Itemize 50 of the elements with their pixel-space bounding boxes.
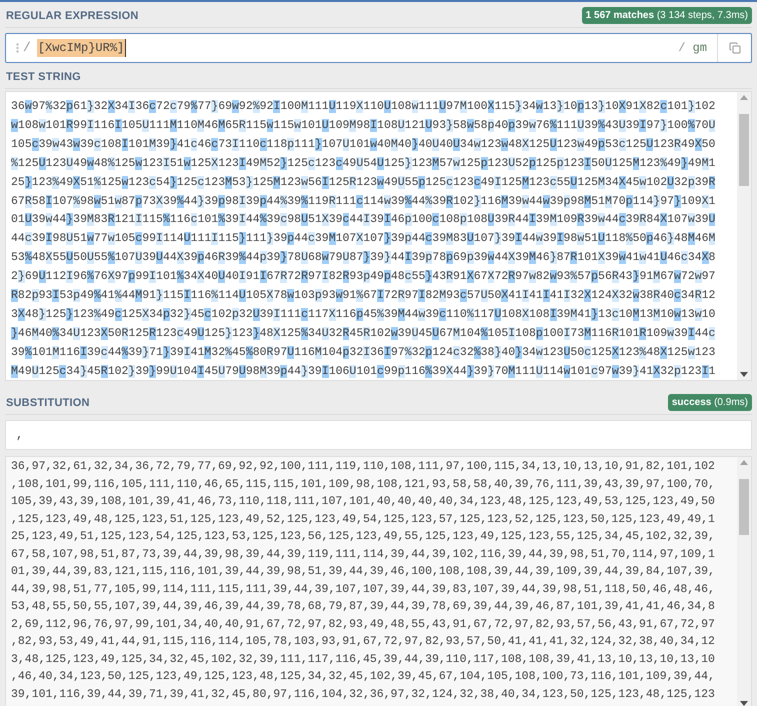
test-string-line: }46M40%34U123X50R125R123c49U125}123}48X125%34U32R45R102w39U45U67M104%105I108p100I73M116R101R109w39I44c [11,326,716,342]
scrollbar[interactable] [737,92,751,380]
result-line: 2,69,112,96,76,97,99,101,34,40,40,91,67,72,97,82,93,49,48,55,43,91,67,72,97,82,93,57,56,43,91,67,72,97 [11,616,715,632]
test-string-line: 105c39w43w39c108I101M39}41c46c73I110c118p111}107U101w40M40}40U40U34w123w48X125U123w49p53c125U123R49X50 [11,136,716,153]
section-title: SUBSTITUTION [5,396,90,410]
result-line: ,46,40,34,123,50,125,123,49,125,123,48,125,34,32,45,102,39,45,67,104,105,108,100,73,116,101,109,39,44, [11,669,715,685]
result-line: 25,123,49,51,125,123,54,125,123,53,125,123,56,125,123,49,55,125,123,49,125,123,55,125,34,45,102,32,39, [11,529,715,545]
result-line: ,108,101,99,116,105,111,110,46,65,115,115,101,109,98,108,121,93,58,58,40,39,76,111,39,43,39,97,100,70, [11,476,715,492]
test-string-line: 3X48}125}123%49c125X34p32}45c102p32U39I111c117X116p45%39M44w39c110%117U108X108I39M41}13c10M13M10w13w10 [11,306,716,323]
drag-handle-icon[interactable] [16,43,19,53]
test-string-line: %125U123U49w48%125w123I51w125X123I49M52}125c123c49U54U125}123M57w125p123U52p125p123I50U125M123%49}49M1 [11,156,716,172]
test-string-line: w108w101R99I116I105U111M110M46M65R115w115w101U109M98I108U121U93}58w58p40p39w76%111U39%43U39I97}100%70U [11,118,716,134]
test-string-line: 44c39I98U51w77w105c99I114U111I115}111}39p44c39M107X107}39p44c39M83U107}39I44w39I98w51U118%50p46}48M46M [11,231,716,248]
test-string-line: M49U125c34}45R102}39}99U104I45U79U98M39p44}39I106U101c99p116%39X44}39}70M111U114w101c97w39}41X32p123I1 [11,364,716,380]
scrollbar-thumb[interactable] [739,114,749,186]
status-badge: 1 567 matches (3 134 steps, 7.3ms) [582,7,752,24]
section-title: TEST STRING [5,70,81,84]
result-line: 36,97,32,61,32,34,36,72,79,77,69,92,92,100,111,119,110,108,111,97,100,115,34,13,10,13,10,91,82,101,102 [11,459,715,475]
regex-field[interactable]: / [XwcIMp}UR%] / gm [5,33,752,63]
result-line: 3,48,125,123,49,125,34,32,45,102,32,39,111,117,116,45,39,44,39,110,117,108,108,39,41,13,10,13,10,13,10 [11,652,715,668]
result-line: 53,48,55,50,55,107,39,44,39,46,39,44,39,78,68,79,87,39,44,39,78,69,39,44,39,46,87,101,39,41,41,46,34,8 [11,599,715,615]
section-title: REGULAR EXPRESSION [5,8,139,24]
result-line: ,125,123,49,48,125,123,51,125,123,49,52,125,123,49,54,125,123,57,125,123,52,125,123,50,125,123,49,49,1 [11,512,715,528]
test-string-field[interactable] [5,91,752,381]
result-line: 105,39,43,39,108,101,39,41,46,73,110,118,111,107,101,40,40,40,40,34,123,48,125,123,49,53,125,123,49,50 [11,494,715,510]
test-string-line: 01U39w44}39M83R121I115%116c101%39I44%39c98U51X39c44I39I46p100c108p108U39R44I39M109R39w44c39R84X107w39U [11,212,716,228]
test-string-line: 53%48X55U50U55%107U39U44X39p46R39%44p39}78U68w79U87}39}44I39p78p69p39w44X39M46}87R101X39w41w41U46c34X8 [11,250,716,266]
regex-flags[interactable]: / gm [678,39,717,57]
result-line: ,82,93,53,49,41,44,91,115,116,114,105,78,103,93,91,67,72,97,82,93,57,50,41,41,41,32,124,32,38,40,34,12 [11,634,715,650]
regex-pattern: [XwcIMp}UR%] [36,39,126,57]
result-line: 44,39,98,51,77,105,99,114,111,115,111,39,44,39,107,107,39,44,39,83,107,39,44,39,98,51,118,50,46,48,46, [11,582,715,598]
scroll-up-icon[interactable] [740,460,748,465]
scrollbar-thumb[interactable] [739,479,749,535]
substitution-field[interactable]: , [5,420,752,450]
result-line: 39,101,116,39,44,39,71,39,41,32,45,80,97,116,104,32,36,97,32,124,32,38,40,34,123,50,125,123,48,125,123 [11,686,715,702]
test-string-line: 67R58I107%98w51w87p73X39%44}39p98I39p44%39%119R111c114w39%44%39R102}116M39w44w39p98M51M70p114}97}109X1 [11,194,716,210]
scroll-down-icon[interactable] [740,372,748,377]
result-line: 01,39,44,39,83,121,115,116,101,39,44,39,98,51,39,44,39,46,100,108,108,39,44,39,109,39,44,39,84,107,39, [11,564,715,580]
test-string-line: 2}69U112I96%76X97p99I101%34X40U40I91I67R72R97I82R93p49p48c55}43R91X67X72R97w82w93%57p56R43}91M67w72w97 [11,269,716,286]
copy-icon [728,42,740,54]
test-string-line: 36w97%32p61}32X34I36c72c79%77}69w92%92I100M111U119X110U108w111U97M100X115}34w13}10p13}10X91X82c101}102 [11,99,716,115]
result-line: 67,58,107,98,51,87,73,39,44,39,98,39,44,39,119,111,114,39,44,39,102,116,39,44,39,98,51,70,114,97,109,1 [11,546,715,562]
test-string-line: 25}123%49X51%125w123c54}125c123M53}125M123w56I125R123w49U55p125c123c49I125M123c55U125M34X45w102U32p39R [11,174,716,191]
scroll-down-icon[interactable] [740,701,748,706]
delimiter: / [23,39,31,58]
scrollbar[interactable] [737,457,751,706]
test-string-line: 39%101M116I39c44%39}71}39I41M32%45%80R97U116M104p32I36I97%32p124c32%38}40}34w123U50c125X123%48X125w123 [11,344,716,361]
test-string-line: R82p93I53p49%41%44M91}115I116%114U105X78w103p93w91%67I72R97I82M93c57U50X41I41I41I32X124X32w38R40c34R12 [11,288,716,304]
scroll-up-icon[interactable] [740,95,748,100]
status-badge: success (0.9ms) [668,394,752,411]
